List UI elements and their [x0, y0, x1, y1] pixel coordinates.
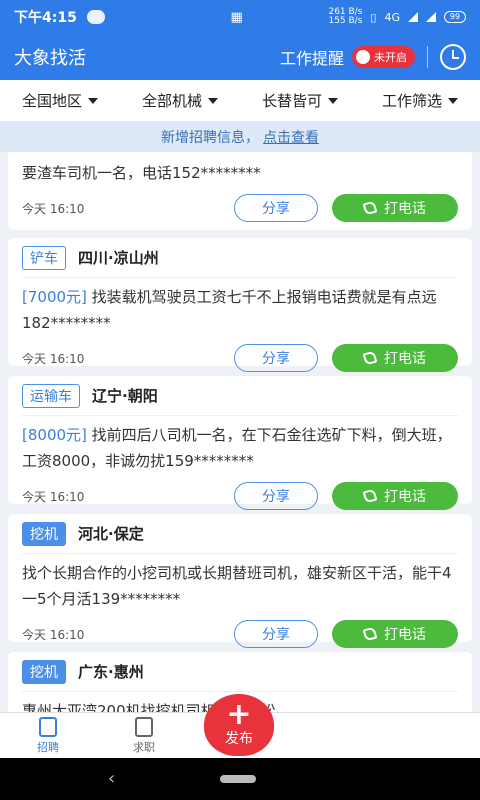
listing-desc: [7000元] 找装载机驾驶员工资七千不上报销电话费就是有点远182******…: [22, 288, 437, 332]
filter-term[interactable]: 长替皆可: [262, 90, 338, 111]
call-button-label: 打电话: [384, 627, 426, 643]
call-button[interactable]: 打电话: [332, 194, 458, 222]
recruit-icon: [39, 717, 57, 737]
signal-icon: [408, 12, 418, 22]
app-bar: 大象找活 工作提醒 未开启: [0, 34, 480, 80]
listing-header: 铲车 四川·凉山州: [22, 238, 458, 278]
listing-header: 运输车 辽宁·朝阳: [22, 376, 458, 416]
call-button-label: 打电话: [384, 201, 426, 217]
listing-location: 辽宁·朝阳: [92, 387, 158, 405]
caret-down-icon: [448, 97, 458, 104]
listing-card[interactable]: 铲车 四川·凉山州 [7000元] 找装载机驾驶员工资七千不上报销电话费就是有点…: [8, 238, 472, 372]
publish-label: 发布: [225, 731, 253, 747]
listing-date: 今天 16:10: [22, 201, 85, 216]
listing-header: 挖机 广东·惠州: [22, 652, 458, 692]
listing-footer: 今天 16:10 分享 打电话: [22, 336, 458, 380]
notice-view-link[interactable]: 点击查看: [263, 127, 319, 147]
listing-footer: 今天 16:10 分享 打电话: [22, 612, 458, 656]
wechat-notification-icon: [86, 10, 105, 24]
machine-tag: 铲车: [22, 245, 66, 270]
filter-region[interactable]: 全国地区: [22, 90, 98, 111]
call-button-label: 打电话: [384, 351, 426, 367]
nav-recruit[interactable]: 招聘: [18, 717, 78, 755]
listing-card[interactable]: 运输车 辽宁·朝阳 [8000元] 找前四后八司机一名，在下石金往选矿下料，倒大…: [8, 376, 472, 510]
listing-location: 四川·凉山州: [78, 249, 159, 267]
listing-feed[interactable]: 要渣车司机一名，电话152******** 今天 16:10 分享 打电话 铲车…: [0, 152, 480, 712]
status-time: 下午4:15: [14, 10, 77, 26]
listing-date: 今天 16:10: [22, 489, 85, 504]
status-right: 261 B/s 155 B/s ▯ 4G 99: [328, 8, 466, 26]
listing-date: 今天 16:10: [22, 351, 85, 366]
listing-price: [8000元]: [22, 426, 87, 444]
work-reminder-toggle[interactable]: 未开启: [352, 46, 415, 68]
machine-tag: 运输车: [22, 383, 80, 408]
work-reminder-label: 工作提醒: [279, 49, 344, 68]
app-title: 大象找活: [14, 48, 86, 69]
machine-tag: 挖机: [22, 659, 66, 684]
phone-icon: [362, 488, 378, 504]
notice-text: 新增招聘信息，: [161, 130, 259, 146]
call-button-label: 打电话: [384, 489, 426, 505]
share-button[interactable]: 分享: [234, 344, 318, 372]
toggle-label: 未开启: [374, 51, 407, 64]
phone-icon: [362, 350, 378, 366]
filter-bar: 全国地区 全部机械 长替皆可 工作筛选: [0, 80, 480, 122]
nav-jobseek[interactable]: 求职: [114, 717, 174, 755]
listing-card[interactable]: 挖机 河北·保定 找个长期合作的小挖司机或长期替班司机，雄安新区干活，能干4一5…: [8, 514, 472, 648]
listing-card[interactable]: 要渣车司机一名，电话152******** 今天 16:10 分享 打电话: [8, 152, 472, 230]
phone-icon: [362, 626, 378, 642]
call-button[interactable]: 打电话: [332, 344, 458, 372]
filter-region-label: 全国地区: [21, 92, 82, 110]
divider: [427, 46, 428, 68]
plus-icon: +: [226, 697, 252, 732]
vibrate-icon: ▯: [370, 10, 377, 24]
back-icon[interactable]: ‹: [108, 768, 115, 789]
new-listings-notice: 新增招聘信息， 点击查看: [0, 122, 480, 152]
battery-icon: 99: [444, 11, 466, 23]
call-button[interactable]: 打电话: [332, 482, 458, 510]
system-nav-bar: ‹: [0, 758, 480, 800]
listing-desc: 要渣车司机一名，电话152********: [22, 164, 261, 182]
caret-down-icon: [328, 97, 338, 104]
listing-location: 河北·保定: [78, 525, 144, 543]
filter-machine-label: 全部机械: [141, 92, 202, 110]
listing-desc: 找个长期合作的小挖司机或长期替班司机，雄安新区干活，能干4一5个月活139***…: [22, 564, 452, 608]
nav-recruit-label: 招聘: [37, 741, 59, 754]
machine-tag: 挖机: [22, 521, 66, 546]
calendar-icon: ▦: [230, 9, 243, 25]
person-icon: [135, 717, 153, 737]
listing-location: 广东·惠州: [78, 663, 144, 681]
signal-icon-2: [426, 12, 436, 22]
status-bar: 下午4:15 ▦ 261 B/s 155 B/s ▯ 4G 99: [0, 0, 480, 34]
listing-price: [7000元]: [22, 288, 87, 306]
filter-work[interactable]: 工作筛选: [382, 90, 458, 111]
listing-footer: 今天 16:10 分享 打电话: [22, 186, 458, 230]
listing-header: 挖机 河北·保定: [22, 514, 458, 554]
home-pill-icon[interactable]: [220, 775, 256, 783]
clock-icon[interactable]: [440, 44, 466, 70]
listing-date: 今天 16:10: [22, 627, 85, 642]
phone-icon: [362, 200, 378, 216]
network-speed: 261 B/s 155 B/s: [328, 7, 363, 26]
listing-footer: 今天 16:10 分享 打电话: [22, 474, 458, 518]
network-type: 4G: [384, 10, 400, 24]
listing-desc: [8000元] 找前四后八司机一名，在下石金往选矿下料，倒大班，工资8000，非…: [22, 426, 452, 470]
caret-down-icon: [208, 97, 218, 104]
publish-button[interactable]: + 发布: [204, 694, 274, 756]
share-button[interactable]: 分享: [234, 482, 318, 510]
filter-work-label: 工作筛选: [381, 92, 442, 110]
share-button[interactable]: 分享: [234, 194, 318, 222]
call-button[interactable]: 打电话: [332, 620, 458, 648]
toggle-knob: [356, 50, 370, 64]
share-button[interactable]: 分享: [234, 620, 318, 648]
caret-down-icon: [88, 97, 98, 104]
filter-machine[interactable]: 全部机械: [142, 90, 218, 111]
filter-term-label: 长替皆可: [261, 92, 322, 110]
nav-jobseek-label: 求职: [133, 741, 155, 754]
